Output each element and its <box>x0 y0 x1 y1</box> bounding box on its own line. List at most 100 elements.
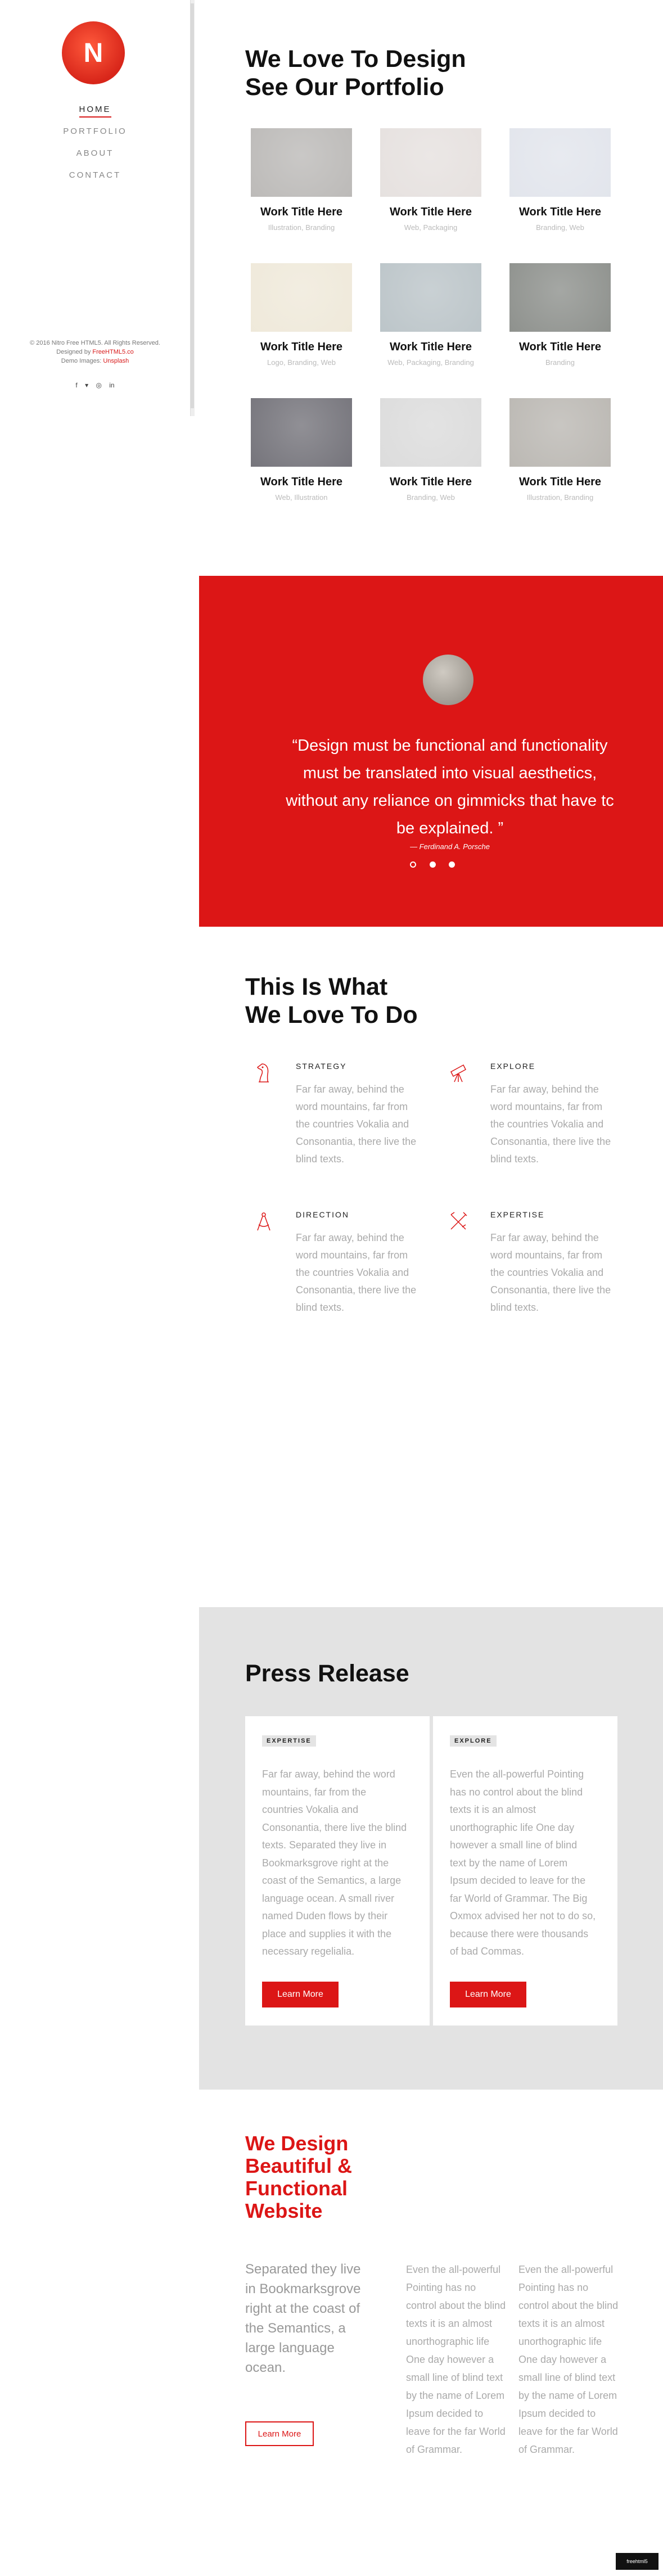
design-learn-more-button[interactable]: Learn More <box>245 2421 314 2446</box>
service-text: Far far away, behind the word mountains,… <box>490 1232 611 1313</box>
portfolio-item-title: Work Title Here <box>519 476 601 488</box>
demo-images-link[interactable]: Unsplash <box>103 358 129 364</box>
design-lead-text: Separated they live in Bookmarksgrove ri… <box>245 2262 361 2375</box>
press-card: EXPERTISE Far far away, behind the word … <box>245 1716 430 2025</box>
portfolio-title-line1: We Love To Design <box>245 46 466 73</box>
portfolio-item[interactable]: Work Title Here Illustration, Branding <box>245 128 358 232</box>
testimonial-section: “Design must be functional and functiona… <box>199 576 663 927</box>
designed-by: Designed by FreeHTML5.co <box>0 348 190 357</box>
design-column-1: Even the all-powerful Pointing has no co… <box>406 2264 506 2455</box>
carousel-dot-3[interactable] <box>449 861 455 868</box>
portfolio-item-tags: Illustration, Branding <box>268 223 335 232</box>
main-nav: HOME PORTFOLIO ABOUT CONTACT <box>0 105 190 192</box>
portfolio-thumbnail[interactable] <box>509 398 611 467</box>
portfolio-thumbnail[interactable] <box>251 128 352 197</box>
nav-portfolio[interactable]: PORTFOLIO <box>0 127 190 136</box>
testimonial-quote: “Design must be functional and functiona… <box>276 732 624 842</box>
portfolio-item-title: Work Title Here <box>519 341 601 353</box>
portfolio-item-title: Work Title Here <box>260 206 342 218</box>
designed-by-link[interactable]: FreeHTML5.co <box>92 349 133 355</box>
portfolio-item[interactable]: Work Title Here Branding <box>504 263 616 367</box>
press-text: Even the all-powerful Pointing has no co… <box>450 1769 596 1957</box>
portfolio-item-title: Work Title Here <box>390 341 472 353</box>
knight-icon <box>257 1063 269 1082</box>
portfolio-item-tags: Branding, Web <box>536 223 584 232</box>
quote-line: be explained. ” <box>396 819 504 837</box>
portfolio-thumbnail[interactable] <box>509 128 611 197</box>
press-card: EXPLORE Even the all-powerful Pointing h… <box>433 1716 617 2025</box>
sidebar-footer: © 2016 Nitro Free HTML5. All Rights Rese… <box>0 339 190 366</box>
portfolio-thumbnail[interactable] <box>509 263 611 332</box>
portfolio-title-line2: See Our Portfolio <box>245 74 444 101</box>
instagram-icon[interactable]: ◎ <box>96 381 101 389</box>
portfolio-item-title: Work Title Here <box>519 206 601 218</box>
linkedin-icon[interactable]: in <box>109 381 114 389</box>
portfolio-item[interactable]: Work Title Here Illustration, Branding <box>504 398 616 502</box>
designed-by-prefix: Designed by <box>56 349 91 355</box>
quote-line: without any reliance on gimmicks that ha… <box>286 792 614 810</box>
portfolio-item-title: Work Title Here <box>260 476 342 488</box>
press-badge: EXPERTISE <box>262 1735 316 1747</box>
press-badge: EXPLORE <box>450 1735 497 1747</box>
services-title-line1: This Is What <box>245 973 388 1000</box>
learn-more-button[interactable]: Learn More <box>450 1982 526 2007</box>
watermark-badge: freehtml5 <box>616 2553 659 2570</box>
press-title: Press Release <box>245 1660 409 1687</box>
compass-icon <box>257 1212 270 1231</box>
carousel-dots <box>410 861 455 868</box>
portfolio-item[interactable]: Work Title Here Branding, Web <box>504 128 616 232</box>
page: N HOME PORTFOLIO ABOUT CONTACT © 2016 Ni… <box>0 0 663 2576</box>
logo-letter: N <box>83 38 103 68</box>
portfolio-item[interactable]: Work Title Here Web, Packaging, Branding <box>375 263 487 367</box>
demo-images-prefix: Demo Images: <box>61 358 102 364</box>
portfolio-item[interactable]: Work Title Here Logo, Branding, Web <box>245 263 358 367</box>
portfolio-item-title: Work Title Here <box>390 206 472 218</box>
portfolio-item[interactable]: Work Title Here Branding, Web <box>375 398 487 502</box>
twitter-icon[interactable]: ▾ <box>85 381 88 389</box>
portfolio-thumbnail[interactable] <box>251 263 352 332</box>
sidebar-scrollbar-thumb[interactable] <box>191 3 194 408</box>
portfolio-item-title: Work Title Here <box>390 476 472 488</box>
design-column-2: Even the all-powerful Pointing has no co… <box>518 2264 619 2455</box>
nav-home-label: HOME <box>79 105 111 118</box>
sidebar: N HOME PORTFOLIO ABOUT CONTACT © 2016 Ni… <box>0 0 194 419</box>
portfolio-item[interactable]: Work Title Here Web, Packaging <box>375 128 487 232</box>
portfolio-item-tags: Web, Packaging, Branding <box>387 358 474 367</box>
service-text: Far far away, behind the word mountains,… <box>490 1084 611 1165</box>
portfolio-title: We Love To Design See Our Portfolio <box>245 45 526 101</box>
portfolio-item-tags: Logo, Branding, Web <box>267 358 336 367</box>
press-text: Far far away, behind the word mountains,… <box>262 1769 407 1957</box>
nav-about[interactable]: ABOUT <box>0 148 190 158</box>
demo-images: Demo Images: Unsplash <box>0 357 190 366</box>
service-heading: EXPLORE <box>490 1062 536 1071</box>
logo[interactable]: N <box>62 21 125 84</box>
learn-more-button[interactable]: Learn More <box>262 1982 339 2007</box>
portfolio-item-tags: Web, Illustration <box>275 493 328 502</box>
tools-icon <box>450 1212 467 1230</box>
testimonial-avatar <box>423 655 473 705</box>
carousel-dot-1[interactable] <box>410 861 416 868</box>
portfolio-thumbnail[interactable] <box>380 263 481 332</box>
services-title: This Is What We Love To Do <box>245 973 526 1029</box>
nav-contact[interactable]: CONTACT <box>0 170 190 180</box>
portfolio-item[interactable]: Work Title Here Web, Illustration <box>245 398 358 502</box>
portfolio-thumbnail[interactable] <box>380 128 481 197</box>
quote-line: must be translated into visual aesthetic… <box>303 764 597 782</box>
telescope-icon <box>450 1064 466 1082</box>
service-text: Far far away, behind the word mountains,… <box>296 1232 417 1313</box>
service-heading: DIRECTION <box>296 1210 349 1219</box>
nav-home[interactable]: HOME <box>0 105 190 118</box>
carousel-dot-2[interactable] <box>429 861 436 868</box>
service-text: Far far away, behind the word mountains,… <box>296 1084 417 1165</box>
facebook-icon[interactable]: f <box>75 381 77 389</box>
portfolio-thumbnail[interactable] <box>380 398 481 467</box>
service-heading: STRATEGY <box>296 1062 347 1071</box>
design-title: We Design Beautiful & Functional Website <box>245 2132 353 2222</box>
testimonial-author: — Ferdinand A. Porsche <box>410 842 490 849</box>
social-links: f ▾ ◎ in <box>0 381 190 389</box>
copyright-text: © 2016 Nitro Free HTML5. All Rights Rese… <box>30 340 160 346</box>
portfolio-thumbnail[interactable] <box>251 398 352 467</box>
portfolio-item-tags: Web, Packaging <box>404 223 458 232</box>
service-heading: EXPERTISE <box>490 1210 545 1219</box>
portfolio-item-tags: Branding <box>545 358 575 367</box>
